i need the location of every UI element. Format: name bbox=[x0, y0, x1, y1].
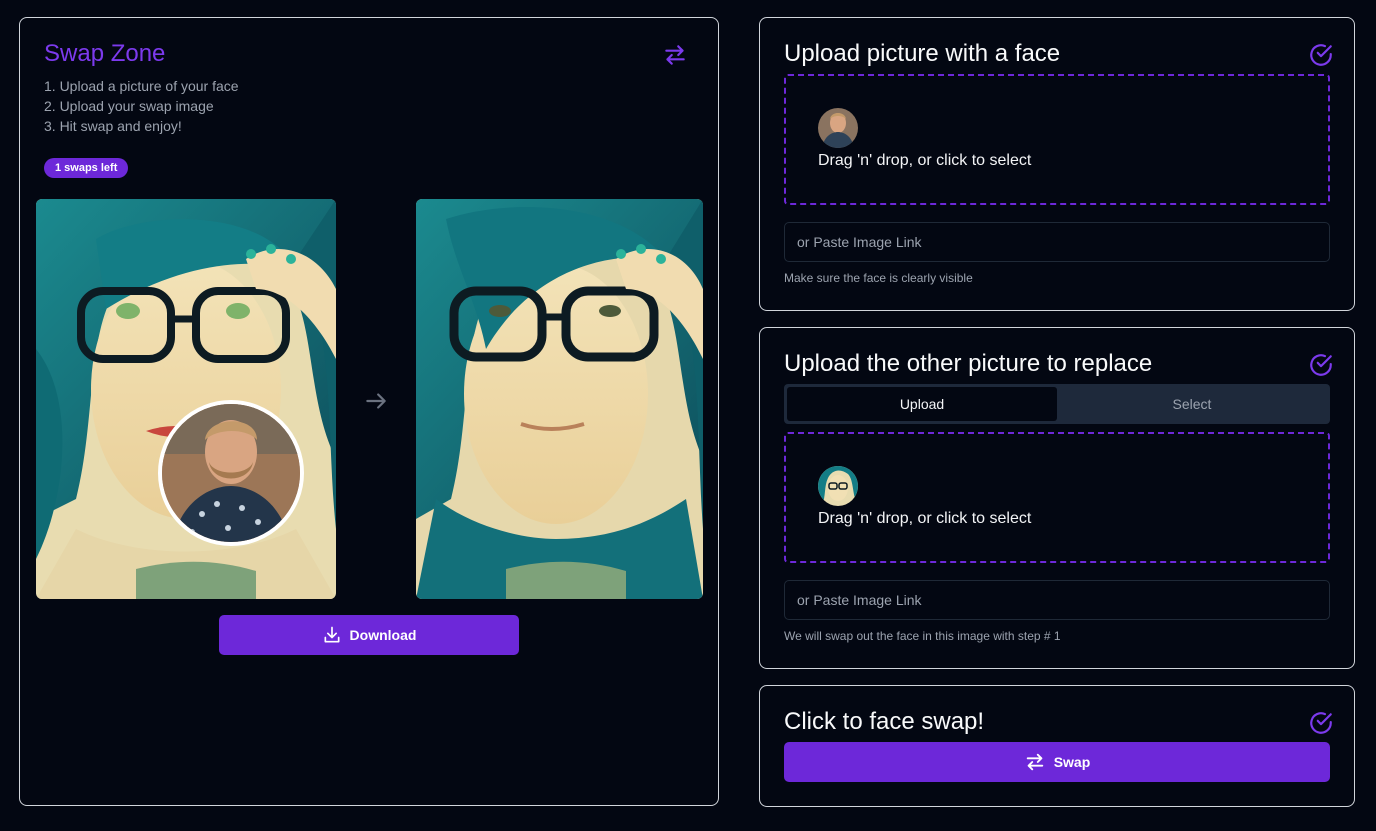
replace-source-tabs: Upload Select bbox=[784, 384, 1330, 424]
arrow-right-icon bbox=[366, 393, 386, 409]
face-dropzone-text: Drag 'n' drop, or click to select bbox=[818, 152, 1032, 169]
step-1: 1. Upload a picture of your face bbox=[44, 78, 239, 94]
check-circle-icon bbox=[1310, 712, 1332, 734]
swap-arrows-icon[interactable] bbox=[662, 42, 688, 68]
tab-select[interactable]: Select bbox=[1057, 387, 1327, 421]
face-swap-card: Click to face swap! Swap bbox=[759, 685, 1355, 807]
source-image bbox=[36, 199, 336, 599]
replace-upload-card: Upload the other picture to replace Uplo… bbox=[759, 327, 1355, 669]
step-2: 2. Upload your swap image bbox=[44, 98, 214, 114]
step-3: 3. Hit swap and enjoy! bbox=[44, 118, 182, 134]
swap-zone-title: Swap Zone bbox=[44, 40, 166, 67]
swap-arrows-icon bbox=[1026, 753, 1043, 771]
face-swap-title: Click to face swap! bbox=[784, 708, 985, 735]
face-image-link-input[interactable] bbox=[784, 222, 1330, 262]
replace-dropzone-text: Drag 'n' drop, or click to select bbox=[818, 510, 1032, 527]
swap-label: Swap bbox=[1053, 754, 1091, 770]
result-image bbox=[416, 199, 703, 599]
replace-hint: We will swap out the face in this image … bbox=[784, 629, 1061, 643]
swap-zone-panel: Swap Zone 1. Upload a picture of your fa… bbox=[19, 17, 719, 806]
swaps-left-badge: 1 swaps left bbox=[44, 158, 129, 178]
face-hint: Make sure the face is clearly visible bbox=[784, 271, 973, 285]
tab-upload[interactable]: Upload bbox=[787, 387, 1057, 421]
replace-dropzone[interactable]: Drag 'n' drop, or click to select bbox=[784, 432, 1330, 563]
face-upload-title: Upload picture with a face bbox=[784, 40, 1061, 67]
face-upload-card: Upload picture with a face Drag 'n' drop… bbox=[759, 17, 1355, 311]
download-label: Download bbox=[349, 627, 417, 643]
replace-upload-title: Upload the other picture to replace bbox=[784, 350, 1153, 377]
replace-preview-avatar bbox=[818, 466, 858, 506]
download-icon bbox=[324, 626, 340, 643]
face-dropzone[interactable]: Drag 'n' drop, or click to select bbox=[784, 74, 1330, 205]
source-face-thumbnail bbox=[158, 400, 304, 546]
swap-button[interactable]: Swap bbox=[784, 742, 1330, 782]
check-circle-icon bbox=[1310, 354, 1332, 376]
face-preview-avatar bbox=[818, 108, 858, 148]
instruction-steps: 1. Upload a picture of your face 2. Uplo… bbox=[44, 76, 239, 136]
replace-image-link-input[interactable] bbox=[784, 580, 1330, 620]
check-circle-icon bbox=[1310, 44, 1332, 66]
download-button[interactable]: Download bbox=[219, 615, 519, 655]
